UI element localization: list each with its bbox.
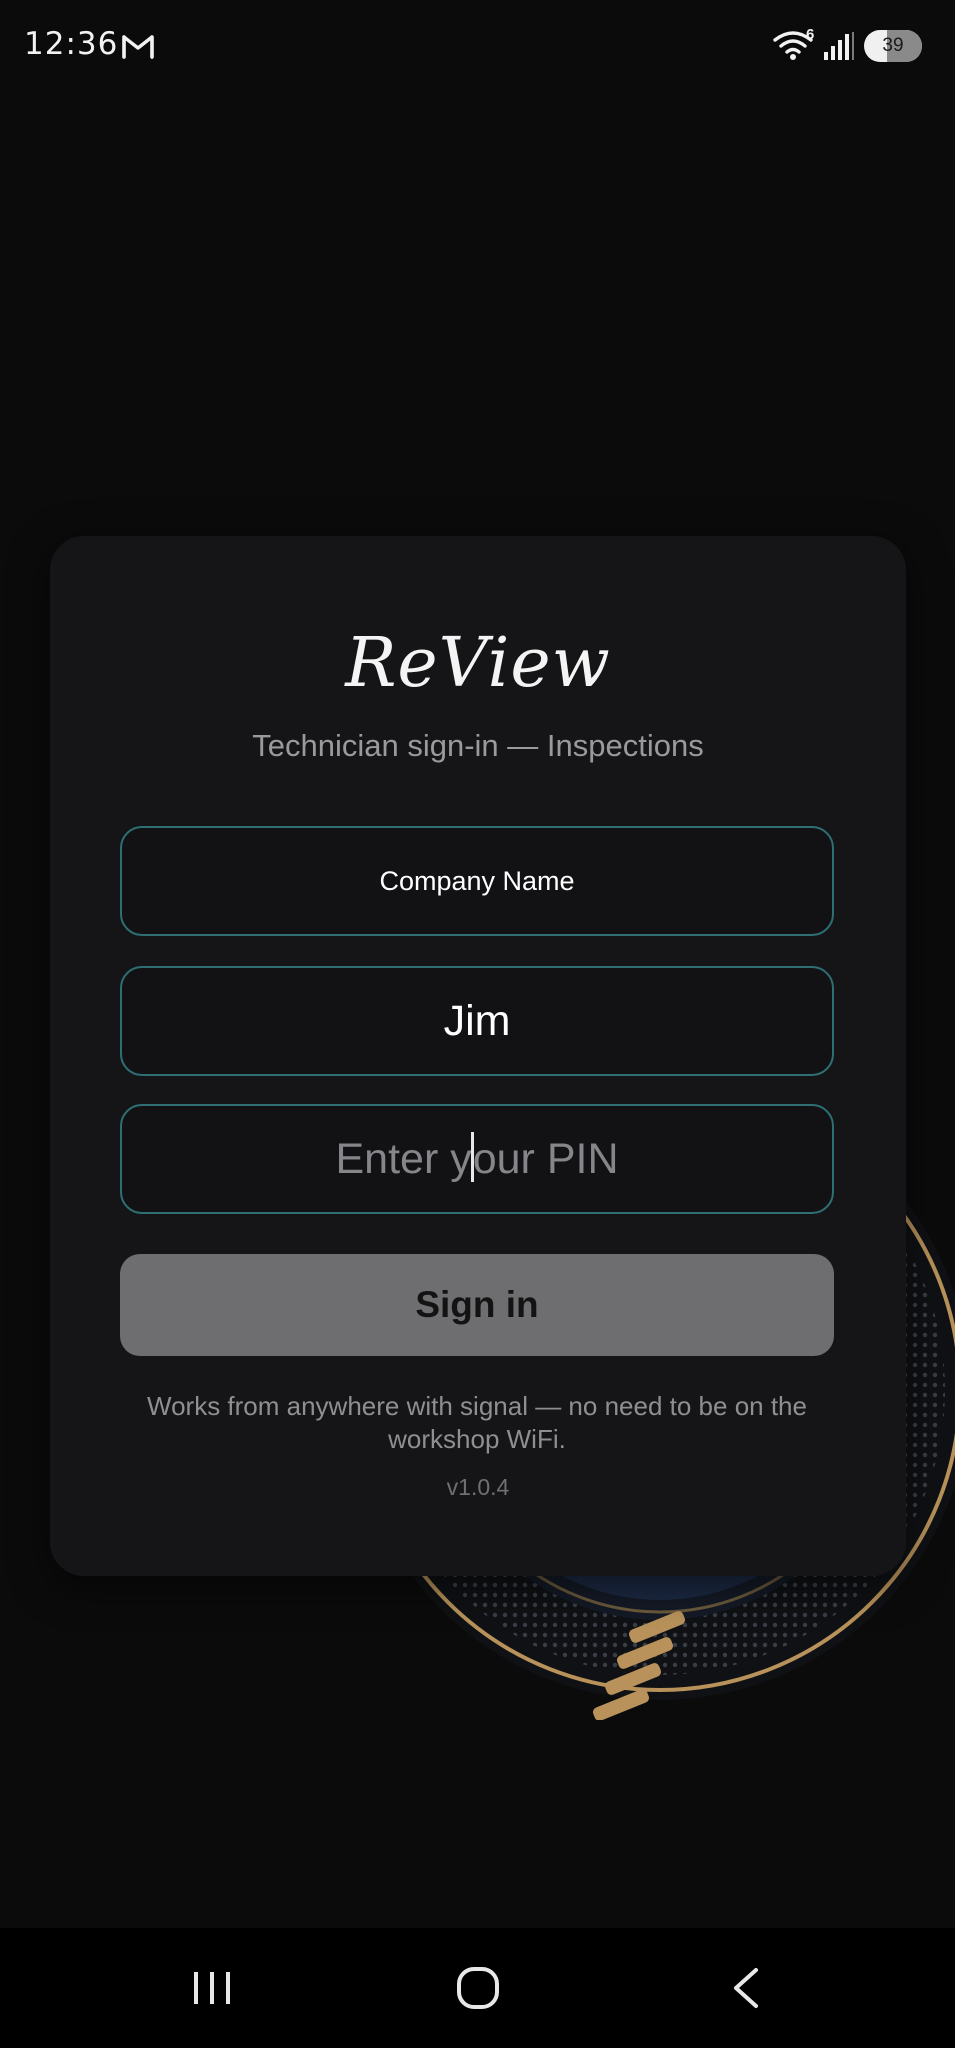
battery-level: 39 <box>882 35 904 56</box>
sign-in-subtitle: Technician sign-in — Inspections <box>252 728 704 763</box>
wifi-badge: 6 <box>806 26 815 43</box>
status-time: 12:36 <box>24 26 119 62</box>
pin-input[interactable]: Enter y our PIN <box>120 1104 834 1214</box>
pin-placeholder-start: Enter y <box>335 1134 472 1183</box>
sign-in-button[interactable]: Sign in <box>120 1254 834 1356</box>
sign-in-button-label: Sign in <box>415 1284 539 1325</box>
status-bar: 12:36 6 39 <box>0 0 955 92</box>
recents-icon[interactable] <box>190 1966 234 2010</box>
home-icon[interactable] <box>454 1964 502 2012</box>
app-logo: ReView <box>345 624 611 703</box>
pin-placeholder-end: our PIN <box>472 1134 619 1183</box>
app-version: v1.0.4 <box>446 1474 510 1500</box>
sign-in-card: ReView Technician sign-in — Inspections … <box>50 536 906 1576</box>
gmail-icon <box>122 35 154 59</box>
company-name-input[interactable]: Company Name <box>120 826 834 936</box>
technician-name-value: Jim <box>443 996 511 1045</box>
signal-icon <box>824 32 854 60</box>
text-caret <box>470 1132 474 1182</box>
company-name-value: Company Name <box>379 865 575 896</box>
technician-name-input[interactable]: Jim <box>120 966 834 1076</box>
app-screen: 12:36 6 39 ReView Technician sign-in — I… <box>0 0 955 2048</box>
navigation-bar <box>0 1928 955 2048</box>
back-icon[interactable] <box>726 1966 766 2010</box>
battery-icon: 39 <box>864 30 922 62</box>
connectivity-note: Works from anywhere with signal — no nee… <box>147 1391 807 1454</box>
